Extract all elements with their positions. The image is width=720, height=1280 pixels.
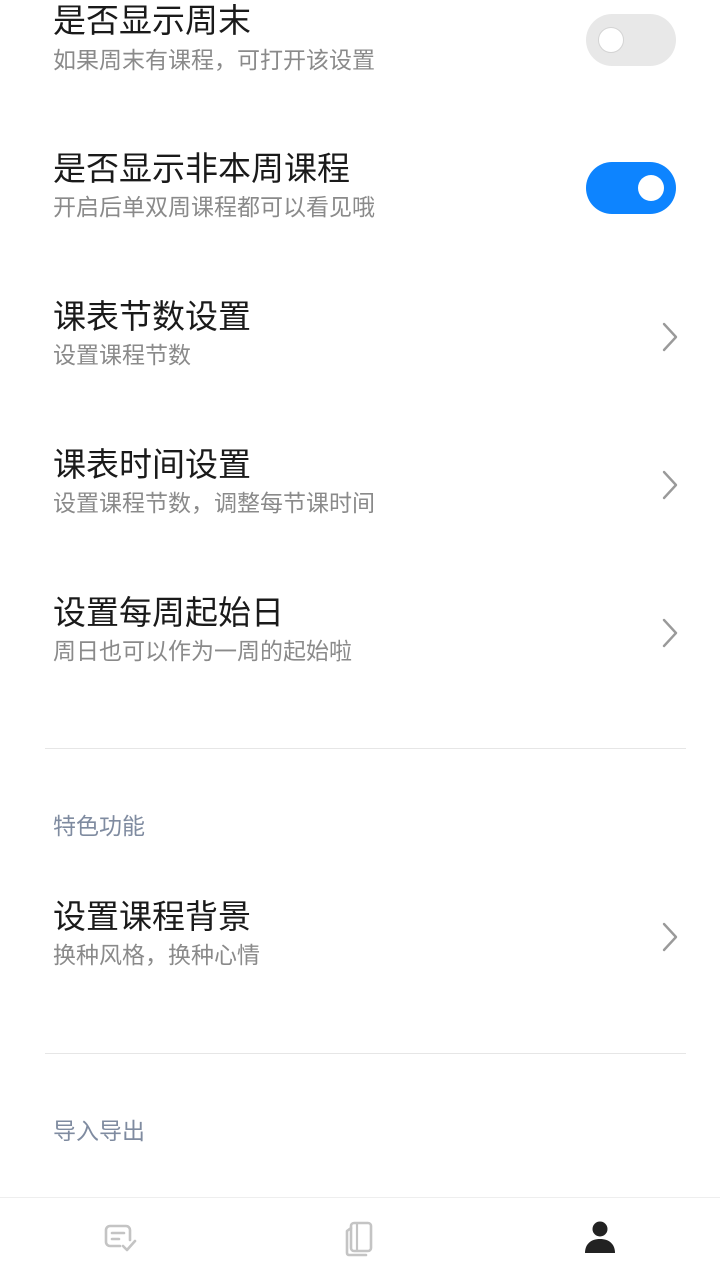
setting-show-weekend[interactable]: 是否显示周末 如果周末有课程，可打开该设置 [0,0,720,110]
setting-title: 设置每周起始日 [53,593,284,632]
setting-subtitle: 周日也可以作为一周的起始啦 [53,639,352,665]
section-header-features: 特色功能 [53,814,145,840]
setting-title: 是否显示周末 [53,1,251,40]
setting-title: 是否显示非本周课程 [53,149,350,188]
setting-title: 课表节数设置 [53,297,251,336]
user-icon [585,1221,615,1253]
setting-subtitle: 设置课程节数，调整每节课时间 [53,491,375,517]
setting-class-time[interactable]: 课表时间设置 设置课程节数，调整每节课时间 [0,444,720,554]
setting-show-other-weeks[interactable]: 是否显示非本周课程 开启后单双周课程都可以看见哦 [0,148,720,258]
setting-subtitle: 如果周末有课程，可打开该设置 [53,48,375,74]
setting-subtitle: 开启后单双周课程都可以看见哦 [53,195,375,221]
section-divider [45,1053,686,1054]
notebook-icon [345,1221,373,1257]
toggle-knob [598,27,624,53]
nav-tab-profile[interactable] [480,1198,720,1280]
setting-period-count[interactable]: 课表节数设置 设置课程节数 [0,296,720,406]
section-header-import-export: 导入导出 [53,1119,145,1145]
section-divider [45,748,686,749]
setting-week-start[interactable]: 设置每周起始日 周日也可以作为一周的起始啦 [0,592,720,702]
show-weekend-toggle[interactable] [586,14,676,66]
settings-screen: 是否显示周末 如果周末有课程，可打开该设置 是否显示非本周课程 开启后单双周课程… [0,0,720,1280]
show-other-weeks-toggle[interactable] [586,162,676,214]
bottom-navigation [0,1197,720,1280]
setting-title: 课表时间设置 [53,445,251,484]
setting-course-background[interactable]: 设置课程背景 换种风格，换种心情 [0,896,720,1006]
chevron-right-icon [662,922,678,952]
chevron-right-icon [662,470,678,500]
setting-title: 设置课程背景 [53,897,251,936]
chevron-right-icon [662,618,678,648]
setting-subtitle: 换种风格，换种心情 [53,943,260,969]
toggle-knob [638,175,664,201]
setting-subtitle: 设置课程节数 [53,343,191,369]
nav-tab-schedule[interactable] [0,1198,240,1280]
schedule-check-icon [104,1224,137,1252]
chevron-right-icon [662,322,678,352]
nav-tab-notebook[interactable] [240,1198,480,1280]
